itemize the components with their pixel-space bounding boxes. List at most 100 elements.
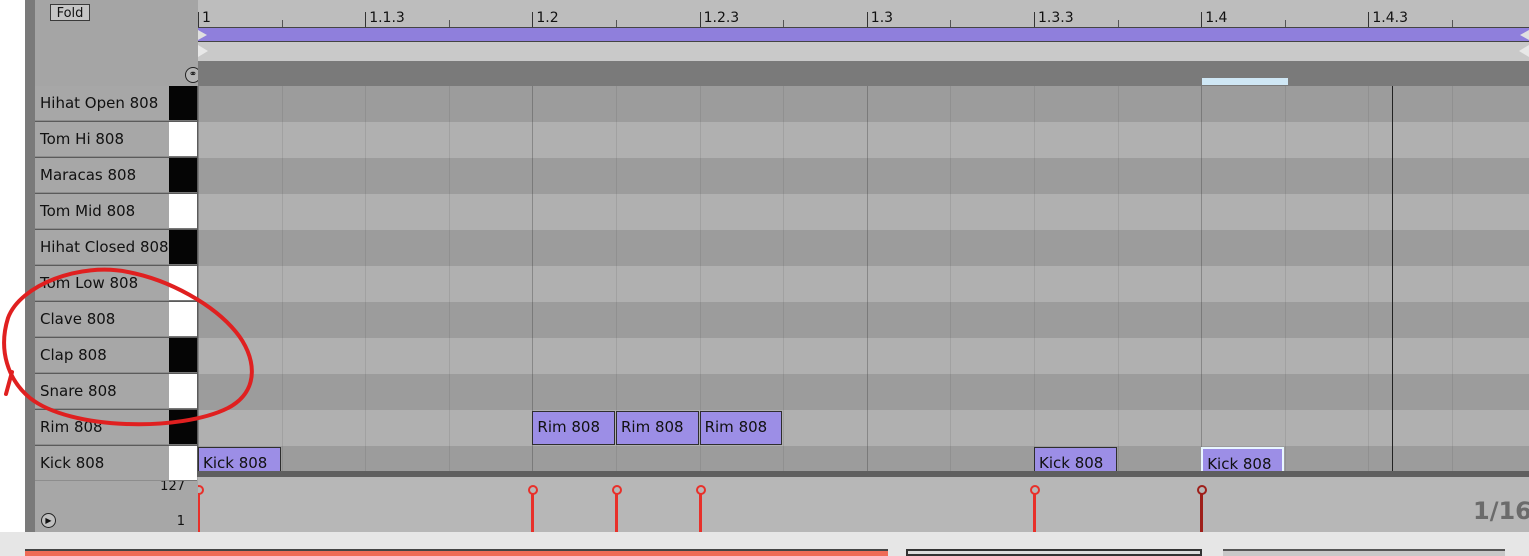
play-icon[interactable]: ▶: [41, 513, 56, 528]
bottom-right-strip: [1223, 549, 1505, 556]
ruler-label: 1.1.3: [369, 10, 405, 26]
ruler-minor-tick: [783, 20, 785, 27]
grid-row[interactable]: [198, 86, 1529, 122]
velocity-stem[interactable]: [531, 491, 535, 532]
note-grid[interactable]: Kick 808 Rim 808 Rim 808 Rim 808 Kick 808 Kic…: [198, 86, 1529, 471]
clip-header: [198, 61, 1529, 86]
piano-key[interactable]: [169, 302, 197, 337]
grid-line: [198, 86, 199, 471]
ruler-label: 1.2.3: [703, 10, 740, 26]
piano-key[interactable]: [169, 266, 197, 301]
ruler-minor-tick: [1117, 20, 1119, 27]
grid-line: [281, 86, 283, 471]
time-ruler[interactable]: 1 1.1.3 1.2 1.2.3 1.3 1.3.3 1.4 1.4.3: [198, 0, 1529, 27]
ruler-minor-tick: [950, 20, 952, 27]
fold-button[interactable]: Fold: [50, 4, 90, 21]
grid-row[interactable]: [198, 374, 1529, 410]
ruler-minor-tick: [616, 20, 617, 27]
ruler-tick: [699, 12, 701, 27]
velocity-handle[interactable]: [198, 485, 204, 495]
lane-name[interactable]: Hihat Open 808: [35, 86, 169, 121]
velocity-lane[interactable]: [198, 477, 1529, 532]
ruler-label: 1.3: [870, 10, 894, 26]
velocity-handle[interactable]: [1197, 485, 1208, 495]
ruler-label: 1.3.3: [1038, 10, 1074, 26]
grid-line: [1368, 86, 1370, 471]
lane-name[interactable]: Hihat Closed 808: [35, 230, 169, 265]
lane-name[interactable]: Tom Low 808: [35, 266, 169, 301]
start-marker[interactable]: [198, 45, 208, 57]
grid-row[interactable]: [198, 446, 1529, 471]
piano-key[interactable]: [169, 338, 197, 373]
ruler-minor-tick: [1284, 20, 1286, 27]
velocity-handle[interactable]: [1030, 485, 1040, 495]
grid-line: [1034, 86, 1035, 471]
grid-row[interactable]: [198, 158, 1529, 194]
grid-row[interactable]: [198, 194, 1529, 230]
grid-line: [1452, 86, 1453, 471]
piano-key[interactable]: [169, 122, 197, 157]
grid-row[interactable]: [198, 122, 1529, 158]
lane-name[interactable]: Snare 808: [35, 374, 169, 409]
grid-line: [448, 86, 450, 471]
end-marker[interactable]: [1519, 45, 1529, 57]
midi-note[interactable]: Rim 808: [699, 411, 783, 445]
ruler-tick: [532, 12, 534, 27]
ruler-label: 1.2: [536, 10, 559, 26]
grid-line: [1284, 86, 1286, 471]
velocity-handle[interactable]: [612, 485, 622, 495]
grid-row[interactable]: [198, 338, 1529, 374]
velocity-header: 127 1 ▶: [35, 477, 198, 532]
ruler-tick: [198, 12, 199, 27]
ruler-tick: [1034, 12, 1035, 27]
piano-key[interactable]: [169, 446, 197, 481]
loop-brace[interactable]: [198, 27, 1529, 42]
piano-key[interactable]: [169, 374, 197, 409]
bottom-box: [906, 549, 1202, 556]
velocity-max-label: 127: [160, 479, 185, 494]
loop-start-marker[interactable]: [198, 30, 207, 40]
lane-name[interactable]: Clave 808: [35, 302, 169, 337]
lane-name[interactable]: Tom Hi 808: [35, 122, 169, 157]
grid-resolution-label: 1/16: [1473, 497, 1529, 525]
grid-row[interactable]: [198, 302, 1529, 338]
piano-key[interactable]: [169, 86, 197, 121]
velocity-stem[interactable]: [198, 491, 200, 532]
start-marker-row[interactable]: [198, 42, 1529, 61]
ruler-minor-tick: [448, 20, 450, 27]
time-selection[interactable]: [1202, 78, 1288, 85]
lane-name[interactable]: Tom Mid 808: [35, 194, 169, 229]
lane-name[interactable]: Kick 808: [35, 446, 169, 481]
ruler-tick: [866, 12, 868, 27]
midi-note[interactable]: Kick 808: [1201, 447, 1284, 471]
lane-name[interactable]: Rim 808: [35, 410, 169, 445]
loop-end-marker[interactable]: [1520, 30, 1529, 40]
grid-row[interactable]: [198, 410, 1529, 446]
ruler-tick: [365, 12, 367, 27]
piano-key[interactable]: [169, 194, 197, 229]
ruler-label: 1: [202, 10, 211, 26]
left-strip: [25, 0, 35, 532]
grid-line: [365, 86, 367, 471]
velocity-stem[interactable]: [698, 491, 702, 532]
velocity-handle[interactable]: [528, 485, 539, 495]
lane-name[interactable]: Clap 808: [35, 338, 169, 373]
grid-row[interactable]: [198, 266, 1529, 302]
grid-line: [1117, 86, 1119, 471]
midi-note[interactable]: Rim 808: [616, 411, 699, 445]
piano-key[interactable]: [169, 230, 197, 265]
ruler-label: 1.4.3: [1372, 10, 1409, 26]
grid-line: [950, 86, 952, 471]
grid-line: [866, 86, 868, 471]
velocity-stem[interactable]: [1033, 491, 1036, 532]
piano-key[interactable]: [169, 158, 197, 193]
grid-row[interactable]: [198, 230, 1529, 266]
midi-note[interactable]: Kick 808: [1034, 447, 1117, 471]
midi-note[interactable]: Rim 808: [532, 411, 615, 445]
lane-name[interactable]: Maracas 808: [35, 158, 169, 193]
velocity-stem[interactable]: [1200, 491, 1204, 532]
midi-note[interactable]: Kick 808: [198, 447, 281, 471]
velocity-stem[interactable]: [615, 491, 618, 532]
velocity-handle[interactable]: [695, 485, 706, 495]
piano-key[interactable]: [169, 410, 197, 445]
